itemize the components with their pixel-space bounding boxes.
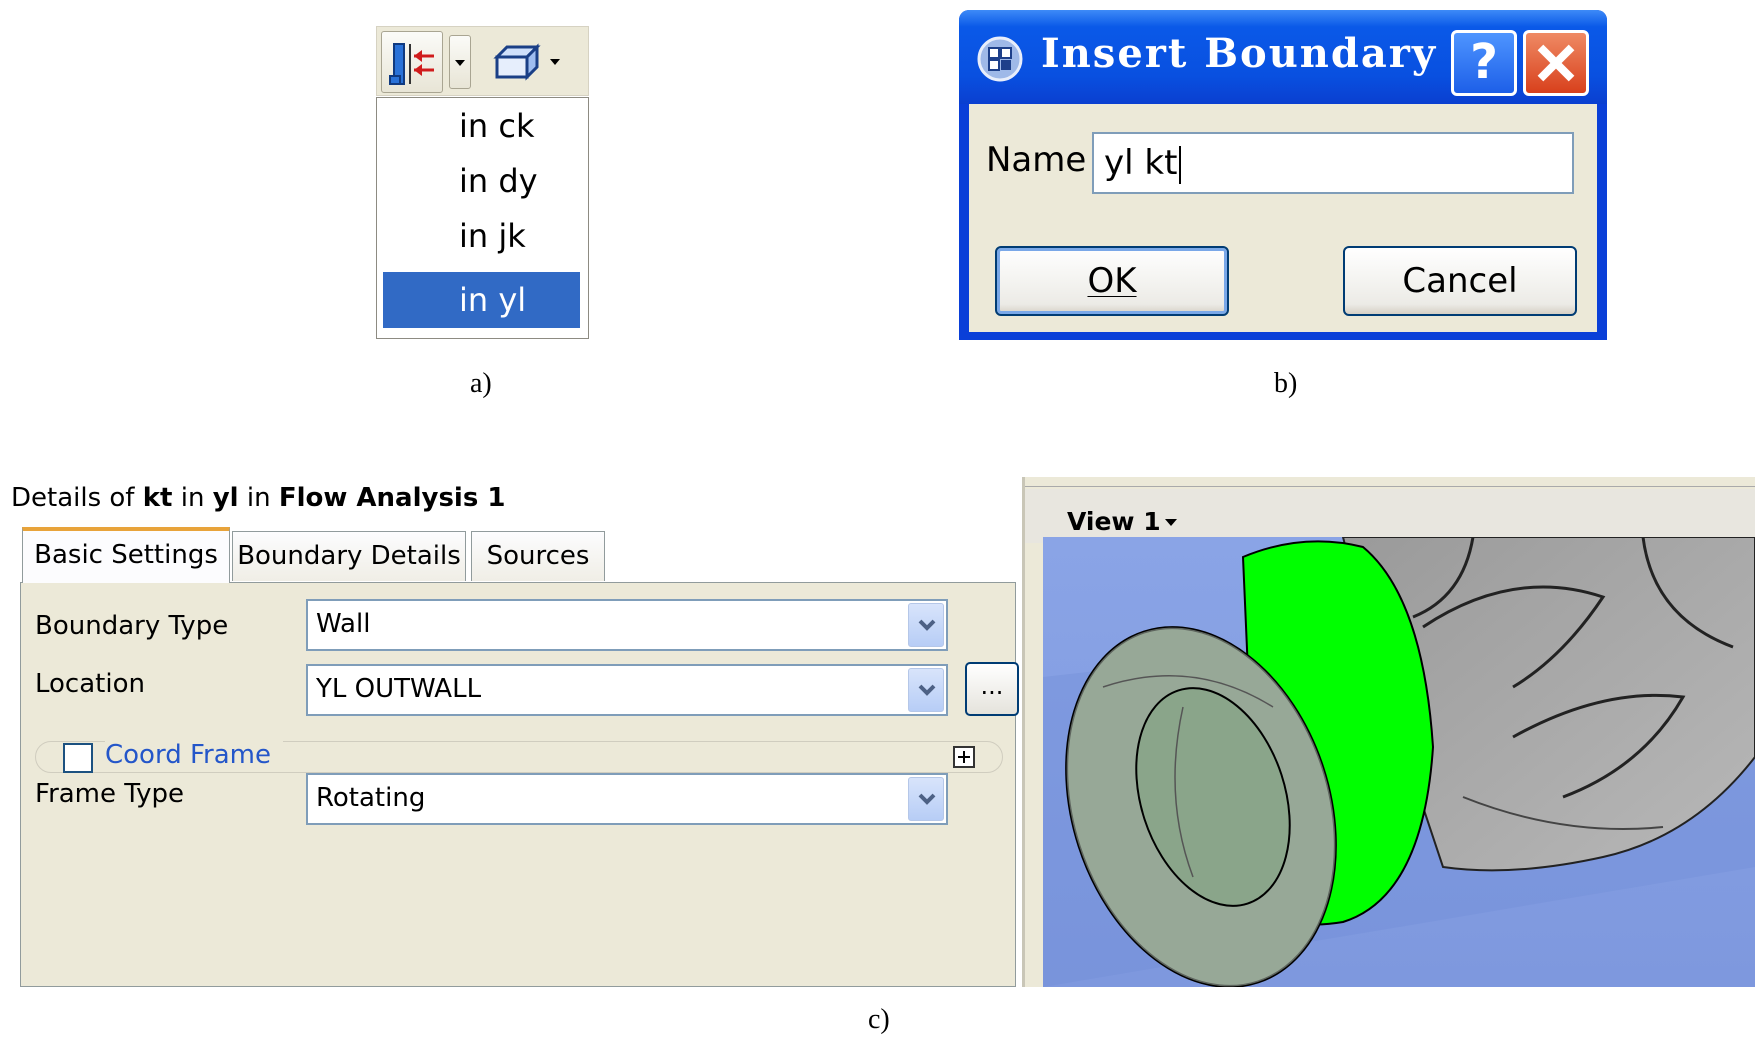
dialog-title: Insert Boundary bbox=[1041, 30, 1438, 77]
tab-sources[interactable]: Sources bbox=[471, 531, 605, 581]
caption-b: b) bbox=[1274, 368, 1298, 399]
cancel-button[interactable]: Cancel bbox=[1343, 246, 1577, 316]
frame-type-label: Frame Type bbox=[35, 779, 184, 809]
toolbar bbox=[376, 26, 589, 96]
details-editor: Details of kt in yl in Flow Analysis 1 B… bbox=[0, 477, 1022, 987]
dialog-titlebar[interactable]: Insert Boundary ? bbox=[959, 10, 1607, 104]
viewer-header: View 1 bbox=[1025, 489, 1755, 543]
location-label: Location bbox=[35, 669, 145, 699]
chevron-down-icon bbox=[550, 59, 560, 65]
domain-name: yl bbox=[212, 483, 239, 513]
menu-item-in-dy[interactable]: in dy bbox=[383, 153, 580, 209]
3d-model-render bbox=[1043, 537, 1755, 987]
tab-basic-settings[interactable]: Basic Settings bbox=[22, 527, 230, 583]
boundary-type-label: Boundary Type bbox=[35, 611, 229, 641]
location-value: YL OUTWALL bbox=[316, 674, 482, 704]
viewer-toolbar bbox=[1025, 477, 1755, 487]
view-selector[interactable]: View 1 bbox=[1067, 507, 1161, 536]
coord-frame-label[interactable]: Coord Frame bbox=[105, 740, 283, 770]
insert-boundary-button[interactable] bbox=[381, 31, 443, 93]
boundary-type-select[interactable]: Wall bbox=[306, 599, 948, 651]
viewer-panel: View 1 bbox=[1022, 477, 1755, 987]
name-label: Name bbox=[986, 140, 1087, 180]
insert-domain-button[interactable] bbox=[489, 37, 545, 87]
close-button[interactable] bbox=[1523, 30, 1589, 96]
caption-a: a) bbox=[470, 368, 492, 399]
3d-viewport[interactable] bbox=[1043, 537, 1755, 987]
name-input-value: yl kt bbox=[1104, 143, 1178, 183]
boundary-type-value: Wall bbox=[316, 609, 371, 639]
location-browse-button[interactable]: ... bbox=[965, 662, 1019, 716]
coord-frame-checkbox[interactable] bbox=[63, 743, 93, 773]
basic-settings-panel: Boundary Type Wall Location YL OUTWALL .… bbox=[20, 582, 1019, 987]
boundary-in-out-icon bbox=[389, 43, 434, 85]
boundary-dropdown-arrow[interactable] bbox=[449, 35, 471, 89]
menu-item-in-yl[interactable]: in yl bbox=[383, 272, 580, 328]
chevron-down-icon bbox=[455, 60, 465, 66]
name-input[interactable]: yl kt bbox=[1092, 132, 1574, 194]
text-caret bbox=[1179, 145, 1182, 184]
menu-item-in-ck[interactable]: in ck bbox=[383, 98, 580, 154]
location-dropdown-button[interactable] bbox=[908, 668, 944, 712]
insert-boundary-dialog: Insert Boundary ? Name yl kt OK Cancel bbox=[959, 10, 1607, 340]
frame-type-dropdown-button[interactable] bbox=[908, 777, 944, 821]
domain-box-icon bbox=[493, 43, 541, 81]
boundary-type-dropdown-button[interactable] bbox=[908, 603, 944, 647]
frame-type-select[interactable]: Rotating bbox=[306, 773, 948, 825]
ok-button-label: OK bbox=[1087, 261, 1137, 301]
chevron-down-icon bbox=[918, 793, 936, 805]
dialog-body: Name yl kt OK Cancel bbox=[969, 104, 1597, 332]
app-icon bbox=[977, 36, 1023, 82]
caption-c: c) bbox=[868, 1004, 890, 1035]
location-select[interactable]: YL OUTWALL bbox=[306, 664, 948, 716]
details-title: Details of kt in yl in Flow Analysis 1 bbox=[11, 483, 506, 513]
help-button[interactable]: ? bbox=[1451, 30, 1517, 96]
chevron-down-icon[interactable] bbox=[1165, 519, 1177, 526]
chevron-down-icon bbox=[918, 684, 936, 696]
chevron-down-icon bbox=[918, 619, 936, 631]
ok-button[interactable]: OK bbox=[995, 246, 1229, 316]
frame-type-value: Rotating bbox=[316, 783, 426, 813]
tab-boundary-details[interactable]: Boundary Details bbox=[232, 531, 466, 581]
cancel-button-label: Cancel bbox=[1402, 261, 1518, 301]
boundary-name: kt bbox=[142, 483, 173, 513]
domain-dropdown-arrow[interactable] bbox=[545, 35, 567, 89]
menu-item-in-jk[interactable]: in jk bbox=[383, 208, 580, 264]
analysis-name: Flow Analysis 1 bbox=[278, 483, 506, 513]
domain-menu: in ck in dy in jk in yl bbox=[376, 97, 589, 339]
expand-icon[interactable] bbox=[953, 746, 975, 768]
